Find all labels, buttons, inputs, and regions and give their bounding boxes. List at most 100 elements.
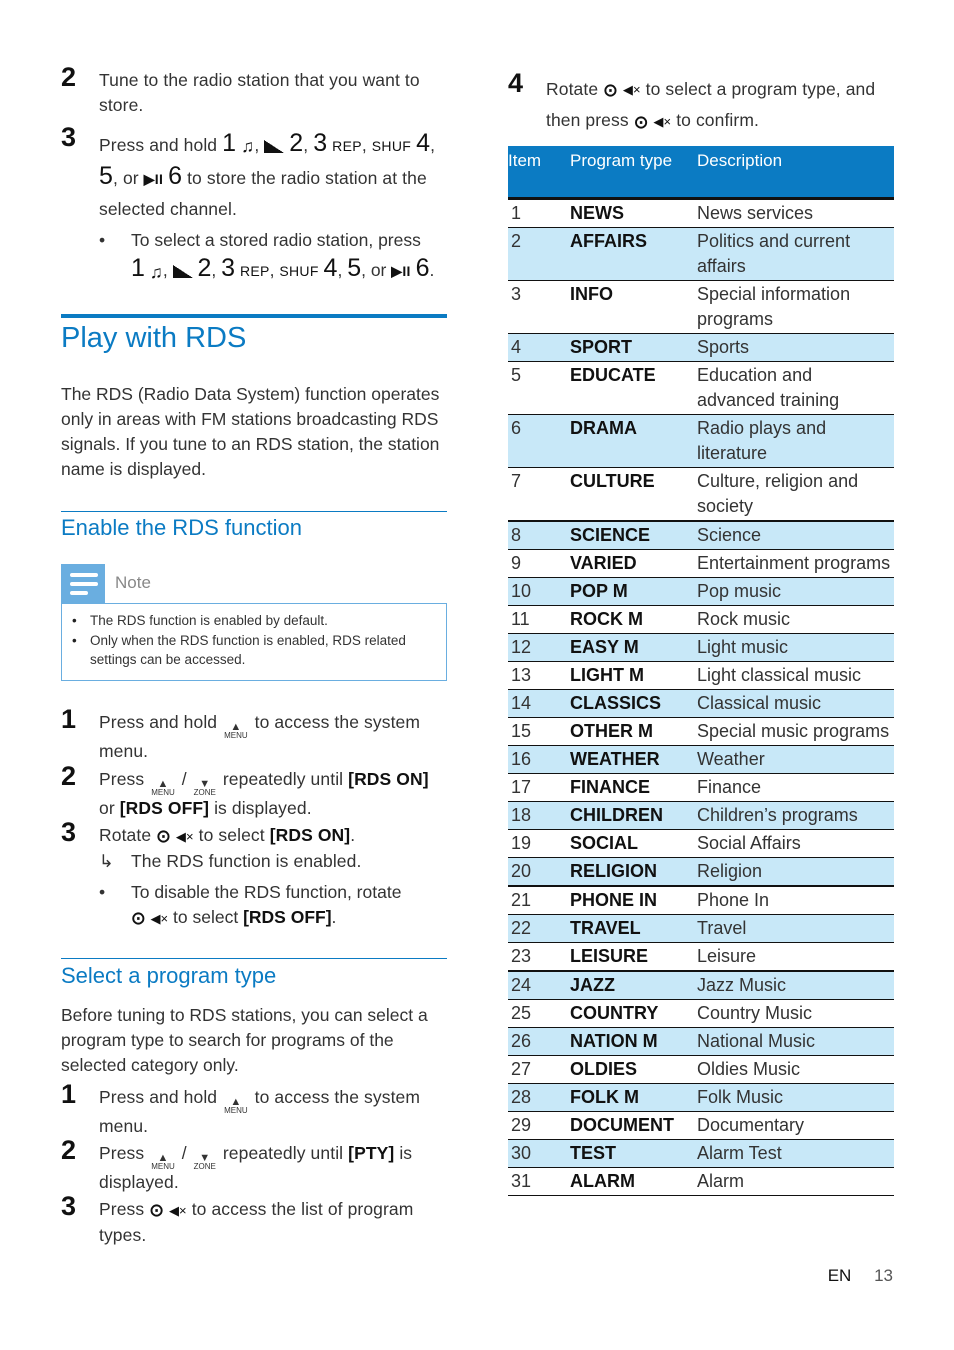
table-row: 30 TEST Alarm Test: [508, 1139, 894, 1168]
table-row: 31 ALARM Alarm: [508, 1167, 894, 1196]
cell-description: Light classical music: [697, 661, 894, 690]
key-6: 6: [168, 162, 183, 191]
page-number: 13: [874, 1266, 893, 1285]
text: Press and hold: [99, 712, 218, 732]
table-row: 2 AFFAIRS Politics and current affairs: [508, 227, 894, 281]
step-number: 3: [61, 1191, 77, 1221]
step-text: Rotate ⊙ ◀× to select [RDS ON].: [99, 823, 447, 849]
text: or: [99, 798, 115, 818]
cell-program-type: SOCIAL: [570, 829, 697, 858]
step-number: 2: [61, 1135, 77, 1165]
text: Press: [99, 769, 145, 789]
cell-description: News services: [697, 198, 894, 228]
table-row: 29 DOCUMENT Documentary: [508, 1111, 894, 1140]
zone-down-key-icon: ▼ ZONE: [193, 778, 216, 797]
cell-program-type: CHILDREN: [570, 801, 697, 830]
table-row: 1 NEWS News services: [508, 198, 894, 228]
power-knob-icon: ⊙: [156, 825, 171, 846]
cell-description: National Music: [697, 1027, 894, 1056]
disable-bullet: • To disable the RDS function, rotate ⊙ …: [99, 880, 447, 931]
column-header-program-type: Program type: [570, 146, 697, 200]
menu-up-key-icon: ▲ MENU: [151, 1152, 175, 1171]
text: to confirm.: [676, 110, 759, 131]
cell-program-type: RELIGION: [570, 857, 697, 887]
table-row: 28 FOLK M Folk Music: [508, 1083, 894, 1112]
cell-program-type: INFO: [570, 280, 697, 334]
table-row: 22 TRAVEL Travel: [508, 914, 894, 943]
cell-description: Travel: [697, 914, 894, 943]
cell-program-type: ALARM: [570, 1167, 697, 1196]
text: Rotate: [546, 79, 599, 99]
play-pause-icon: ▶II: [143, 171, 164, 188]
text: Press and hold: [99, 1087, 218, 1107]
menu-up-key-icon: ▲ MENU: [224, 1096, 248, 1115]
note-divider: [105, 603, 447, 604]
table-row: 17 FINANCE Finance: [508, 773, 894, 802]
cell-item: 11: [508, 605, 570, 634]
cell-description: Education and advanced training: [697, 361, 894, 415]
cell-description: Phone In: [697, 885, 894, 915]
menu-up-key-icon: ▲ MENU: [224, 721, 248, 740]
key-6: 6: [415, 254, 430, 283]
table-row: 27 OLDIES Oldies Music: [508, 1055, 894, 1084]
text: repeatedly until: [222, 1143, 344, 1163]
cell-program-type: EDUCATE: [570, 361, 697, 415]
cell-program-type: JAZZ: [570, 970, 697, 1000]
cell-item: 1: [508, 198, 570, 228]
music-note-icon: ♫: [149, 261, 163, 282]
language-code: EN: [827, 1266, 852, 1285]
cell-program-type: FOLK M: [570, 1083, 697, 1112]
section-title: Play with RDS: [61, 322, 247, 354]
text: to access the list of program types.: [99, 1199, 414, 1245]
cell-item: 20: [508, 857, 570, 887]
cell-item: 31: [508, 1167, 570, 1196]
note-item: Only when the RDS function is enabled, R…: [72, 631, 434, 670]
table-row: 6 DRAMA Radio plays and literature: [508, 414, 894, 468]
option-label: [RDS ON]: [348, 769, 429, 789]
cell-item: 30: [508, 1139, 570, 1168]
text: /: [181, 769, 187, 789]
select-intro: Before tuning to RDS stations, you can s…: [61, 1005, 428, 1075]
table-row: 14 CLASSICS Classical music: [508, 689, 894, 718]
cell-description: Oldies Music: [697, 1055, 894, 1084]
cell-item: 16: [508, 745, 570, 774]
step-number: 3: [61, 122, 77, 152]
step-number: 2: [61, 62, 77, 92]
cell-description: Finance: [697, 773, 894, 802]
cell-program-type: EASY M: [570, 633, 697, 662]
key-4: 4: [416, 129, 431, 157]
cell-description: Children’s programs: [697, 801, 894, 830]
cell-item: 25: [508, 999, 570, 1028]
bullet-icon: •: [99, 881, 106, 902]
store-step-2: 2 Tune to the radio station that you wan…: [61, 62, 447, 118]
table-row: 18 CHILDREN Children’s programs: [508, 801, 894, 830]
cell-item: 9: [508, 549, 570, 578]
cell-item: 3: [508, 280, 570, 334]
cell-program-type: FINANCE: [570, 773, 697, 802]
cell-description: Leisure: [697, 942, 894, 972]
enable-step-2: 2 Press ▲ MENU / ▼ ZONE repeatedly until […: [61, 761, 447, 821]
cell-item: 4: [508, 333, 570, 362]
cell-program-type: VARIED: [570, 549, 697, 578]
cell-program-type: AFFAIRS: [570, 227, 697, 281]
mute-icon: ◀×: [175, 828, 194, 844]
cell-description: Alarm Test: [697, 1139, 894, 1168]
cell-description: Alarm: [697, 1167, 894, 1196]
table-row: 3 INFO Special information programs: [508, 280, 894, 334]
note-icon: [61, 564, 105, 604]
table-row: 9 VARIED Entertainment programs: [508, 549, 894, 578]
key-2: 2: [197, 254, 212, 283]
cell-description: Science: [697, 520, 894, 550]
cell-description: Social Affairs: [697, 829, 894, 858]
cell-description: Religion: [697, 857, 894, 887]
result-line: ↳ The RDS function is enabled.: [99, 849, 447, 874]
cell-item: 29: [508, 1111, 570, 1140]
cell-item: 13: [508, 661, 570, 690]
cell-item: 26: [508, 1027, 570, 1056]
select-step-3: 3 Press ⊙ ◀× to access the list of progr…: [61, 1191, 447, 1248]
select-step-2: 2 Press ▲ MENU / ▼ ZONE repeatedly until […: [61, 1135, 447, 1195]
text: .: [331, 906, 337, 927]
or-text: or: [370, 260, 387, 281]
rep-label: REP: [332, 138, 362, 154]
table-row: 11 ROCK M Rock music: [508, 605, 894, 634]
